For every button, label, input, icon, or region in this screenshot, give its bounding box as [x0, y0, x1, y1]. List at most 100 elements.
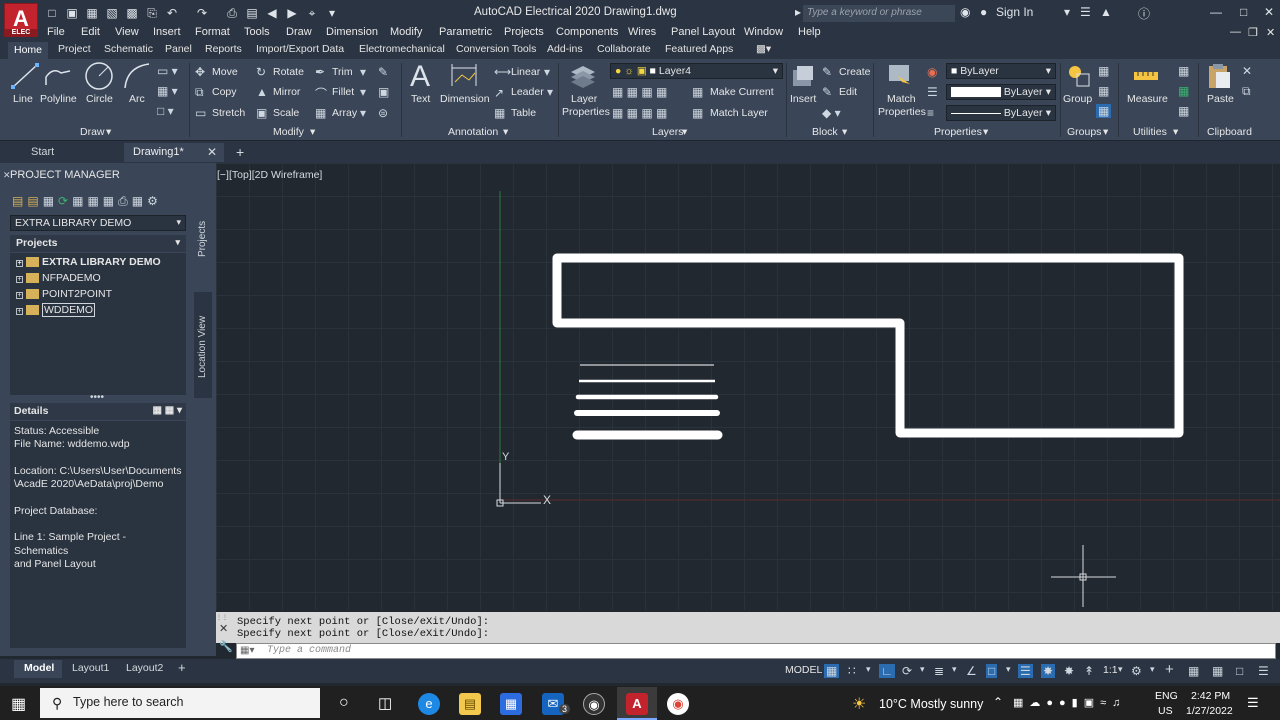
save-as-icon[interactable]: ▧ — [104, 5, 120, 21]
details-section-header[interactable]: Details ▦ ▦ ▾ — [10, 403, 186, 420]
splitter-grip-icon[interactable]: •••• — [90, 392, 104, 403]
open-folder-icon[interactable]: ▤ — [244, 5, 260, 21]
expand-icon[interactable]: + — [16, 308, 23, 315]
lineweight-toggle-icon[interactable]: ☰ — [1018, 664, 1033, 678]
open-project-icon[interactable]: ▤ — [12, 194, 27, 208]
snap-dropdown-icon[interactable]: ▾ — [866, 664, 871, 675]
modify-panel-title[interactable]: Modify — [273, 126, 304, 138]
copy-clip-icon[interactable]: ⧉ — [1242, 84, 1251, 99]
groups-panel-title[interactable]: Groups — [1067, 126, 1101, 138]
draw-panel-title[interactable]: Draw — [80, 126, 105, 138]
recent-commands-icon[interactable]: ▦▾ — [240, 645, 254, 656]
line-button[interactable]: Line — [13, 93, 33, 105]
new-drawing-icon[interactable]: ▦ — [43, 194, 58, 208]
ortho-mode-icon[interactable]: ∟ — [879, 664, 895, 678]
tree-item-point2point[interactable]: + POINT2POINT — [16, 288, 112, 300]
insert-button[interactable]: Insert — [790, 93, 816, 105]
doc-close-icon[interactable]: ✕ — [1266, 26, 1275, 39]
menu-file[interactable]: File — [47, 26, 65, 38]
menu-panel-layout[interactable]: Panel Layout — [671, 26, 735, 38]
command-close-icon[interactable]: ✕ — [219, 622, 228, 635]
menu-tools[interactable]: Tools — [244, 26, 270, 38]
block-attributes-icon[interactable]: ◆ ▾ — [822, 106, 841, 120]
command-grip-icon[interactable]: ⋮⋮ — [216, 614, 228, 621]
menu-window[interactable]: Window — [744, 26, 783, 38]
projects-section-header[interactable]: Projects ▾ — [10, 235, 186, 252]
block-panel-expand-icon[interactable]: ▾ — [842, 126, 847, 138]
erase-icon[interactable]: ✎ — [378, 65, 388, 79]
properties-panel-title[interactable]: Properties — [934, 126, 982, 138]
expand-icon[interactable]: + — [16, 260, 23, 267]
match-properties-label-2[interactable]: Properties — [878, 106, 926, 118]
polar-dropdown-icon[interactable]: ▾ — [920, 664, 925, 675]
task-view-icon[interactable]: ◫ — [378, 694, 392, 712]
annotation-visibility-icon[interactable]: ✸ — [1041, 664, 1056, 678]
stretch-button[interactable]: Stretch — [212, 107, 245, 119]
obs-studio-icon[interactable]: ◉ — [583, 693, 605, 715]
copy-button[interactable]: Copy — [212, 86, 237, 98]
array-dropdown-icon[interactable]: ▾ — [360, 106, 366, 120]
expand-icon[interactable]: + — [16, 276, 23, 283]
ribbon-options-icon[interactable]: ▩▾ — [756, 43, 771, 55]
scale-button[interactable]: Scale — [273, 107, 299, 119]
customization-menu-icon[interactable]: ☰ — [1258, 664, 1269, 678]
exchange-icon[interactable]: ▲ — [1100, 5, 1112, 19]
ribbon-tab-conversion-tools[interactable]: Conversion Tools — [456, 43, 536, 55]
group-selection-icon[interactable]: ▦ — [1096, 104, 1112, 118]
help-icon[interactable]: ⓘ — [1138, 5, 1150, 22]
draw-panel-expand-icon[interactable]: ▾ — [106, 126, 111, 138]
layout-tab-layout1[interactable]: Layout1 — [72, 662, 109, 674]
layout-tab-model[interactable]: Model — [14, 660, 62, 678]
undo-icon[interactable]: ↶ — [164, 5, 180, 21]
match-properties-label-1[interactable]: Match — [887, 93, 916, 105]
ribbon-tab-panel[interactable]: Panel — [165, 43, 192, 55]
fillet-dropdown-icon[interactable]: ▾ — [360, 85, 366, 99]
rotate-button[interactable]: Rotate — [273, 66, 304, 78]
annotation-monitor-plus-icon[interactable]: + — [1165, 661, 1174, 678]
sign-in-button[interactable]: Sign In — [996, 5, 1033, 19]
new-project-icon[interactable]: ▤ — [27, 194, 42, 208]
sign-in-dropdown-icon[interactable]: ▾ — [1064, 5, 1070, 19]
annotation-scale-value[interactable]: 1:1 — [1103, 664, 1118, 676]
doc-minimize-icon[interactable]: — — [1230, 26, 1241, 38]
ribbon-tab-schematic[interactable]: Schematic — [104, 43, 153, 55]
show-hidden-icons-chevron-icon[interactable]: ⌃ — [993, 695, 1003, 709]
ribbon-tab-project[interactable]: Project — [58, 43, 91, 55]
group-edit-icon[interactable]: ▦ — [1098, 84, 1109, 98]
forward-arrow-icon[interactable]: ▶ — [284, 5, 300, 21]
measure-button[interactable]: Measure — [1127, 93, 1168, 105]
windows-start-icon[interactable]: ▦ — [11, 694, 26, 714]
boundary-icon[interactable]: □ ▾ — [157, 104, 174, 118]
groups-panel-expand-icon[interactable]: ▾ — [1103, 126, 1108, 138]
linetype-dropdown[interactable]: ByLayer ▾ — [946, 105, 1056, 121]
workspace-gear-icon[interactable]: ⚙ — [1131, 664, 1142, 678]
command-customize-icon[interactable]: 🔧 — [219, 640, 233, 653]
lineweight-dropdown[interactable]: ByLayer ▾ — [946, 84, 1056, 100]
hatch-icon[interactable]: ▦ ▾ — [157, 84, 178, 98]
layers-panel-title[interactable]: Layers — [652, 126, 684, 138]
leader-dropdown-icon[interactable]: ▾ — [547, 85, 553, 99]
auto-scale-icon[interactable]: ✸ — [1064, 664, 1074, 678]
table-button[interactable]: Table — [511, 107, 536, 119]
fillet-button[interactable]: Fillet — [332, 86, 354, 98]
annotation-panel-title[interactable]: Annotation — [448, 126, 498, 138]
rectangle-icon[interactable]: ▭ ▾ — [157, 64, 178, 78]
weather-sun-icon[interactable]: ☀ — [852, 694, 866, 714]
ribbon-tab-electromechanical[interactable]: Electromechanical — [359, 43, 445, 55]
id-point-icon[interactable]: ▦ — [1178, 104, 1189, 118]
system-tray-icons[interactable]: ▦☁●●▮▣≈♫ — [1013, 696, 1126, 709]
close-window-icon[interactable]: ✕ — [1264, 5, 1274, 19]
utilities-panel-title[interactable]: Utilities — [1133, 126, 1167, 138]
grid-toggle-icon[interactable]: ▦ — [824, 664, 840, 678]
polyline-button[interactable]: Polyline — [40, 93, 77, 105]
edit-block-button[interactable]: Edit — [839, 86, 857, 98]
layers-panel-expand-icon[interactable]: ▾ — [682, 126, 687, 138]
menu-help[interactable]: Help — [798, 26, 821, 38]
menu-components[interactable]: Components — [556, 26, 618, 38]
publish-icon[interactable]: ▦ — [132, 194, 147, 208]
menu-edit[interactable]: Edit — [81, 26, 100, 38]
polar-tracking-icon[interactable]: ⟳ — [902, 664, 912, 678]
plot-project-icon[interactable]: ⎙ — [118, 194, 132, 208]
menu-modify[interactable]: Modify — [390, 26, 422, 38]
clock-date[interactable]: 1/27/2022 — [1186, 705, 1233, 717]
